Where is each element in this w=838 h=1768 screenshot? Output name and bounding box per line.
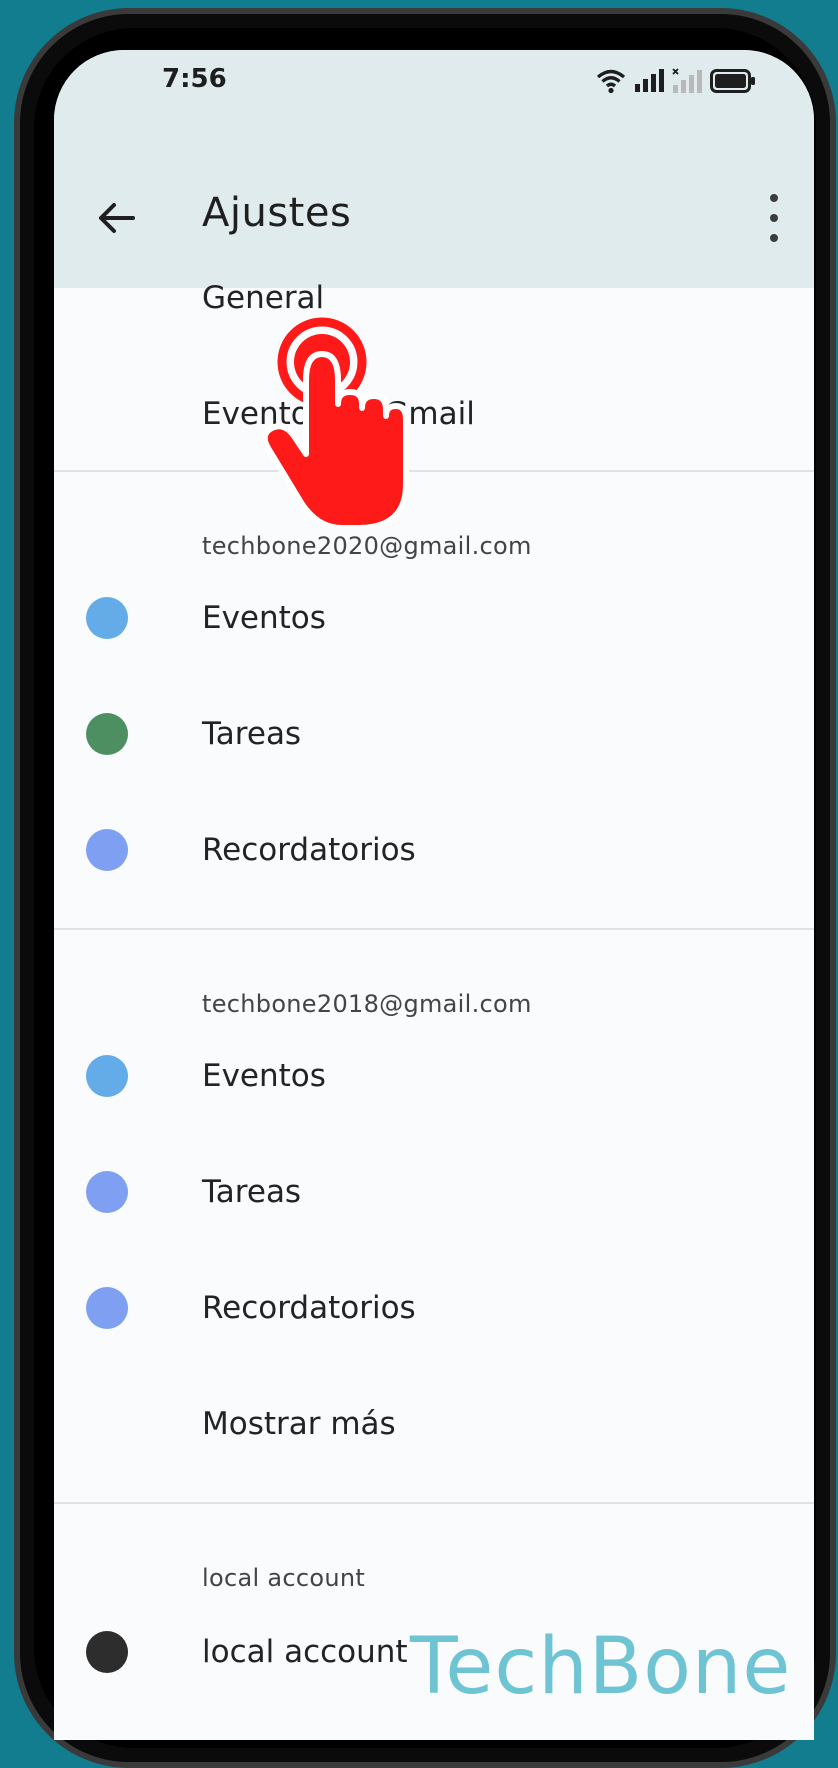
battery-icon <box>710 69 755 93</box>
calendar-item-label: Tareas <box>202 716 302 752</box>
arrow-left-icon <box>99 203 135 233</box>
calendar-item[interactable]: Tareas <box>54 1142 814 1242</box>
more-options-button[interactable] <box>762 194 786 242</box>
calendar-color-dot <box>86 1287 128 1329</box>
account-header: techbone2020@gmail.com <box>202 532 532 560</box>
calendar-item[interactable]: Tareas <box>54 684 814 784</box>
calendar-color-dot <box>86 829 128 871</box>
calendar-item[interactable]: Eventos <box>54 568 814 668</box>
settings-item-gmail-events[interactable]: Eventos de Gmail <box>54 364 814 464</box>
calendar-item-label: Recordatorios <box>202 1290 416 1326</box>
page-title: Ajustes <box>202 190 352 236</box>
divider <box>54 928 814 930</box>
calendar-item[interactable]: Recordatorios <box>54 800 814 900</box>
calendar-item[interactable]: Eventos <box>54 1026 814 1126</box>
status-time: 7:56 <box>162 64 227 94</box>
account-header: local account <box>202 1564 366 1592</box>
settings-item-general[interactable]: General <box>54 248 814 348</box>
status-icons <box>596 64 756 98</box>
calendar-item-label: Eventos <box>202 1058 326 1094</box>
calendar-color-dot <box>86 1055 128 1097</box>
calendar-color-dot <box>86 1171 128 1213</box>
divider <box>54 470 814 472</box>
back-button[interactable] <box>94 196 138 240</box>
show-more-button[interactable]: Mostrar más <box>54 1374 814 1474</box>
calendar-item-label: Tareas <box>202 1174 302 1210</box>
settings-item-label: General <box>202 280 325 316</box>
divider <box>54 1502 814 1504</box>
show-more-label: Mostrar más <box>202 1406 396 1442</box>
status-bar: 7:56 <box>54 50 814 160</box>
watermark: TechBone <box>410 1622 792 1712</box>
wifi-icon <box>596 69 626 94</box>
calendar-color-dot <box>86 1631 128 1673</box>
calendar-item-label: local account <box>202 1634 408 1670</box>
tap-hand-icon <box>262 317 409 528</box>
calendar-item-label: Eventos <box>202 600 326 636</box>
calendar-item-label: Recordatorios <box>202 832 416 868</box>
calendar-color-dot <box>86 713 128 755</box>
signal-icon <box>635 69 664 92</box>
screen: 7:56 Ajustes General Eventos Gmail techb… <box>54 50 814 1740</box>
calendar-item[interactable]: Recordatorios <box>54 1258 814 1358</box>
more-vert-icon <box>770 194 778 202</box>
signal-no-sim-icon <box>672 68 702 93</box>
account-header: techbone2018@gmail.com <box>202 990 532 1018</box>
calendar-color-dot <box>86 597 128 639</box>
